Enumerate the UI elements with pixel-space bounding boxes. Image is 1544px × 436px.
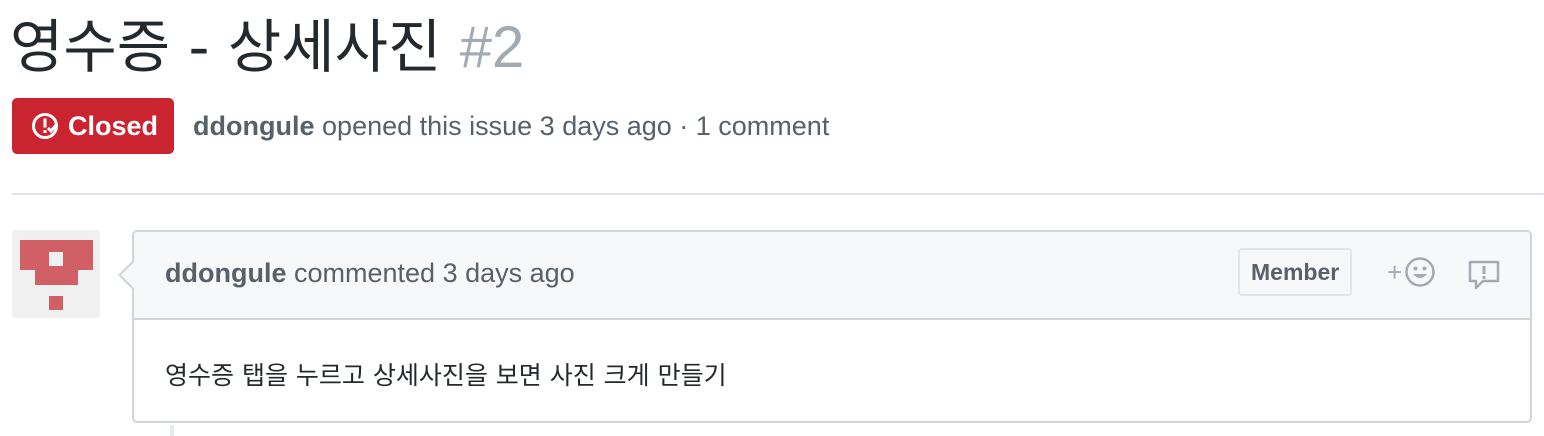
issue-title-text: 영수증 - 상세사진 bbox=[10, 13, 442, 81]
report-button[interactable] bbox=[1467, 259, 1501, 296]
member-badge: Member bbox=[1238, 248, 1353, 296]
state-badge: Closed bbox=[12, 98, 175, 154]
state-label: Closed bbox=[68, 110, 159, 141]
avatar-identicon bbox=[12, 230, 100, 318]
issue-meta-detail: opened this issue 3 days ago · 1 comment bbox=[322, 110, 830, 141]
smiley-icon bbox=[1405, 257, 1435, 287]
header-divider bbox=[12, 193, 1544, 195]
comment-box: ddongule commented 3 days ago Member + 영… bbox=[118, 230, 1532, 423]
comment-caret-fill bbox=[121, 262, 134, 288]
issue-title: 영수증 - 상세사진 #2 bbox=[10, 8, 524, 87]
comment-header: ddongule commented 3 days ago Member + bbox=[134, 232, 1530, 320]
issue-meta-text: ddongule opened this issue 3 days ago · … bbox=[193, 111, 829, 142]
avatar[interactable] bbox=[12, 230, 100, 318]
timeline-line bbox=[170, 425, 174, 436]
comment-author-link[interactable]: ddongule bbox=[165, 258, 286, 288]
reaction-plus: + bbox=[1387, 256, 1403, 287]
issue-number: #2 bbox=[459, 15, 525, 80]
comment-action: commented 3 days ago bbox=[294, 258, 575, 288]
report-icon bbox=[1468, 260, 1500, 290]
issue-closed-icon bbox=[32, 113, 59, 139]
comment-header-text: ddongule commented 3 days ago bbox=[165, 258, 575, 289]
comment-body: 영수증 탭을 누르고 상세사진을 보면 사진 크게 만들기 bbox=[165, 361, 727, 390]
add-reaction-button[interactable]: + bbox=[1387, 256, 1436, 288]
issue-author-link[interactable]: ddongule bbox=[193, 111, 314, 141]
issue-meta: Closed ddongule opened this issue 3 days… bbox=[12, 98, 829, 154]
